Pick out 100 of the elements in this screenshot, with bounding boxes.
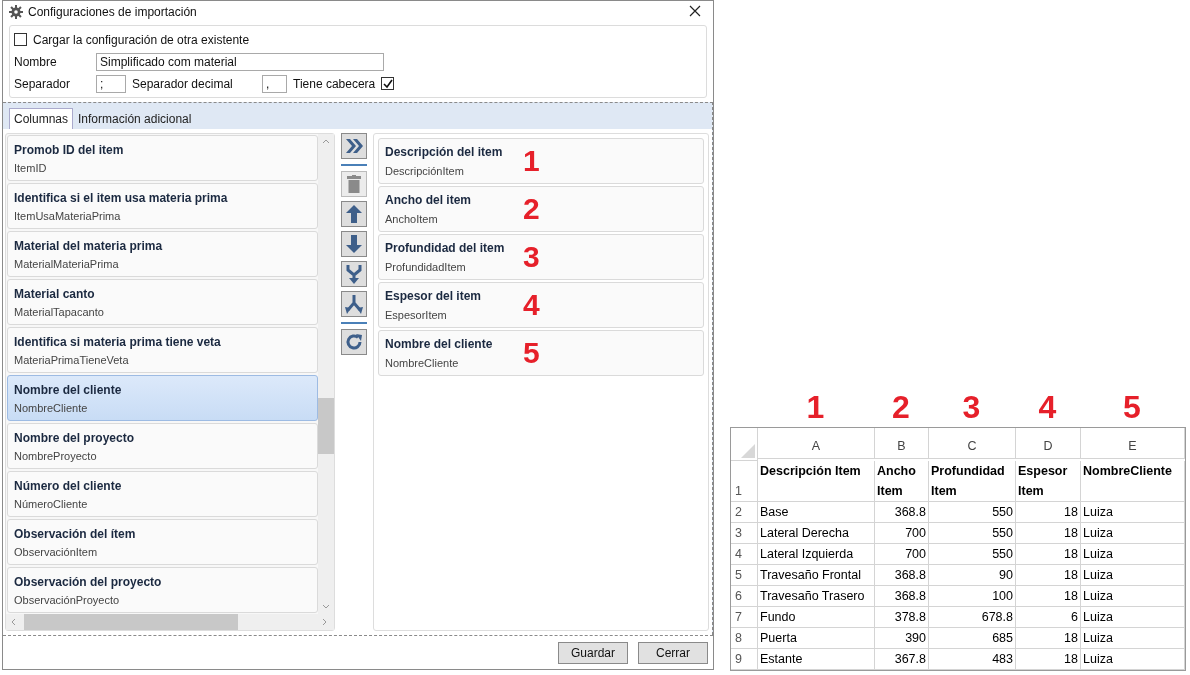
dialog-button[interactable]: Cerrar	[638, 641, 708, 664]
up-button[interactable]	[341, 201, 367, 228]
column-item[interactable]: Identifica si materia prima tiene veta MateriaPrimaTieneVeta	[7, 327, 318, 374]
column-item[interactable]: Observación del proyecto ObservaciónProyecto	[7, 567, 318, 614]
table-cell: Luiza	[1081, 502, 1185, 523]
checkbox[interactable]	[14, 33, 27, 47]
double-chevron-icon	[345, 138, 363, 155]
table-cell: Fundo	[758, 607, 875, 628]
table-cell: 678.8	[929, 607, 1016, 628]
row-number: 8	[731, 628, 758, 649]
column-item[interactable]: Ancho del item AnchoItem 2	[378, 186, 704, 233]
name-field[interactable]: Simplificado com material	[96, 52, 384, 71]
decimal-field[interactable]: ,	[262, 74, 287, 93]
tab[interactable]: Columnas	[9, 108, 74, 130]
split-button[interactable]	[341, 291, 367, 318]
row-number: 5	[731, 565, 758, 586]
row-number: 4	[731, 544, 758, 565]
column-item[interactable]: Número del cliente NúmeroCliente	[7, 471, 318, 518]
close-icon	[689, 5, 701, 18]
column-item[interactable]: Nombre del cliente NombreCliente	[7, 375, 318, 422]
row-number: 6	[731, 586, 758, 607]
table-cell: 550	[929, 502, 1016, 523]
table-cell: 378.8	[875, 607, 929, 628]
column-item[interactable]: Identifica si el item usa materia prima ItemUsaMateriaPrima	[7, 183, 318, 230]
settings-icon	[9, 5, 23, 20]
annotation-number: 5	[523, 338, 540, 369]
annotation-number: 3	[523, 242, 540, 273]
column-item[interactable]: Material canto MaterialTapacanto	[7, 279, 318, 326]
column-item[interactable]: Nombre del proyecto NombreProyecto	[7, 423, 318, 470]
checkbox-label: Cargar la configuración de otra existente	[33, 32, 250, 47]
table-cell: 6	[1016, 607, 1081, 628]
trash-icon	[347, 175, 361, 194]
table-cell: Travesaño Trasero	[758, 586, 875, 607]
column-item[interactable]: Promob ID del item ItemID	[7, 135, 318, 182]
column-item[interactable]: Profundidad del item ProfundidadItem 3	[378, 234, 704, 281]
table-cell: 550	[929, 544, 1016, 565]
add-all-button[interactable]	[341, 133, 367, 160]
field-label: Nombre	[14, 54, 58, 69]
row-number: 7	[731, 607, 758, 628]
vertical-scrollbar[interactable]	[318, 134, 334, 615]
window-title: Configuraciones de importación	[28, 5, 198, 20]
column-letter: D	[1016, 428, 1081, 459]
table-cell: 550	[929, 523, 1016, 544]
table-cell: Luiza	[1081, 523, 1185, 544]
table-cell: 18	[1016, 649, 1081, 670]
column-letter: E	[1081, 428, 1185, 459]
field-label: Separador decimal	[132, 76, 234, 91]
header-cell: Profundidad Item	[929, 461, 1016, 502]
table-cell: Luiza	[1081, 628, 1185, 649]
table-cell: Luiza	[1081, 544, 1185, 565]
column-item[interactable]: Nombre del cliente NombreCliente 5	[378, 330, 704, 377]
table-cell: Travesaño Frontal	[758, 565, 875, 586]
annotation-number: 2	[523, 194, 540, 225]
header-cell: Ancho Item	[875, 461, 929, 502]
annotation-number: 4	[523, 290, 540, 321]
column-item[interactable]: Descripción del item DescripciónItem 1	[378, 138, 704, 185]
scrollbar-thumb[interactable]	[318, 398, 334, 455]
table-cell: 368.8	[875, 502, 929, 523]
header-cell: NombreCliente	[1081, 461, 1185, 502]
down-button[interactable]	[341, 231, 367, 258]
scrollbar-thumb[interactable]	[24, 614, 238, 631]
table-cell: 18	[1016, 523, 1081, 544]
header-cell: Espesor Item	[1016, 461, 1081, 502]
table-cell: Base	[758, 502, 875, 523]
table-cell: 18	[1016, 628, 1081, 649]
table-cell: 90	[929, 565, 1016, 586]
column-letter: A	[758, 428, 875, 459]
table-cell: Lateral Izquierda	[758, 544, 875, 565]
checkbox[interactable]	[381, 77, 395, 91]
refresh-icon	[345, 333, 363, 352]
column-item[interactable]: Observación del ítem ObservaciónItem	[7, 519, 318, 566]
up-arrow-icon	[346, 205, 362, 224]
annotation-number: 1	[523, 146, 540, 177]
table-cell: Estante	[758, 649, 875, 670]
table-cell: Luiza	[1081, 565, 1185, 586]
tab[interactable]: Información adicional	[73, 108, 197, 130]
annotation-number: 1	[805, 391, 826, 427]
merge-icon	[346, 264, 362, 285]
split-icon	[345, 294, 363, 315]
merge-button[interactable]	[341, 261, 367, 288]
annotation-number: 5	[1122, 391, 1142, 427]
column-item[interactable]: Espesor del item EspesorItem 4	[378, 282, 704, 329]
table-cell: Puerta	[758, 628, 875, 649]
table-cell: 368.8	[875, 586, 929, 607]
check-icon	[382, 78, 393, 89]
column-item[interactable]: Material del materia prima MaterialMateriaPrima	[7, 231, 318, 278]
checkbox-label: Tiene cabecera	[293, 76, 376, 91]
separator-field[interactable]: ;	[96, 74, 126, 93]
field-label: Separador	[14, 76, 72, 91]
column-letter: B	[875, 428, 929, 459]
dialog-button[interactable]: Guardar	[558, 641, 628, 664]
table-cell: 18	[1016, 544, 1081, 565]
row-number: 3	[731, 523, 758, 544]
refresh-button[interactable]	[341, 329, 367, 356]
table-cell: 100	[929, 586, 1016, 607]
table-cell: 685	[929, 628, 1016, 649]
horizontal-scrollbar[interactable]	[6, 614, 334, 631]
table-cell: 18	[1016, 502, 1081, 523]
table-cell: 700	[875, 523, 929, 544]
table-cell: 700	[875, 544, 929, 565]
